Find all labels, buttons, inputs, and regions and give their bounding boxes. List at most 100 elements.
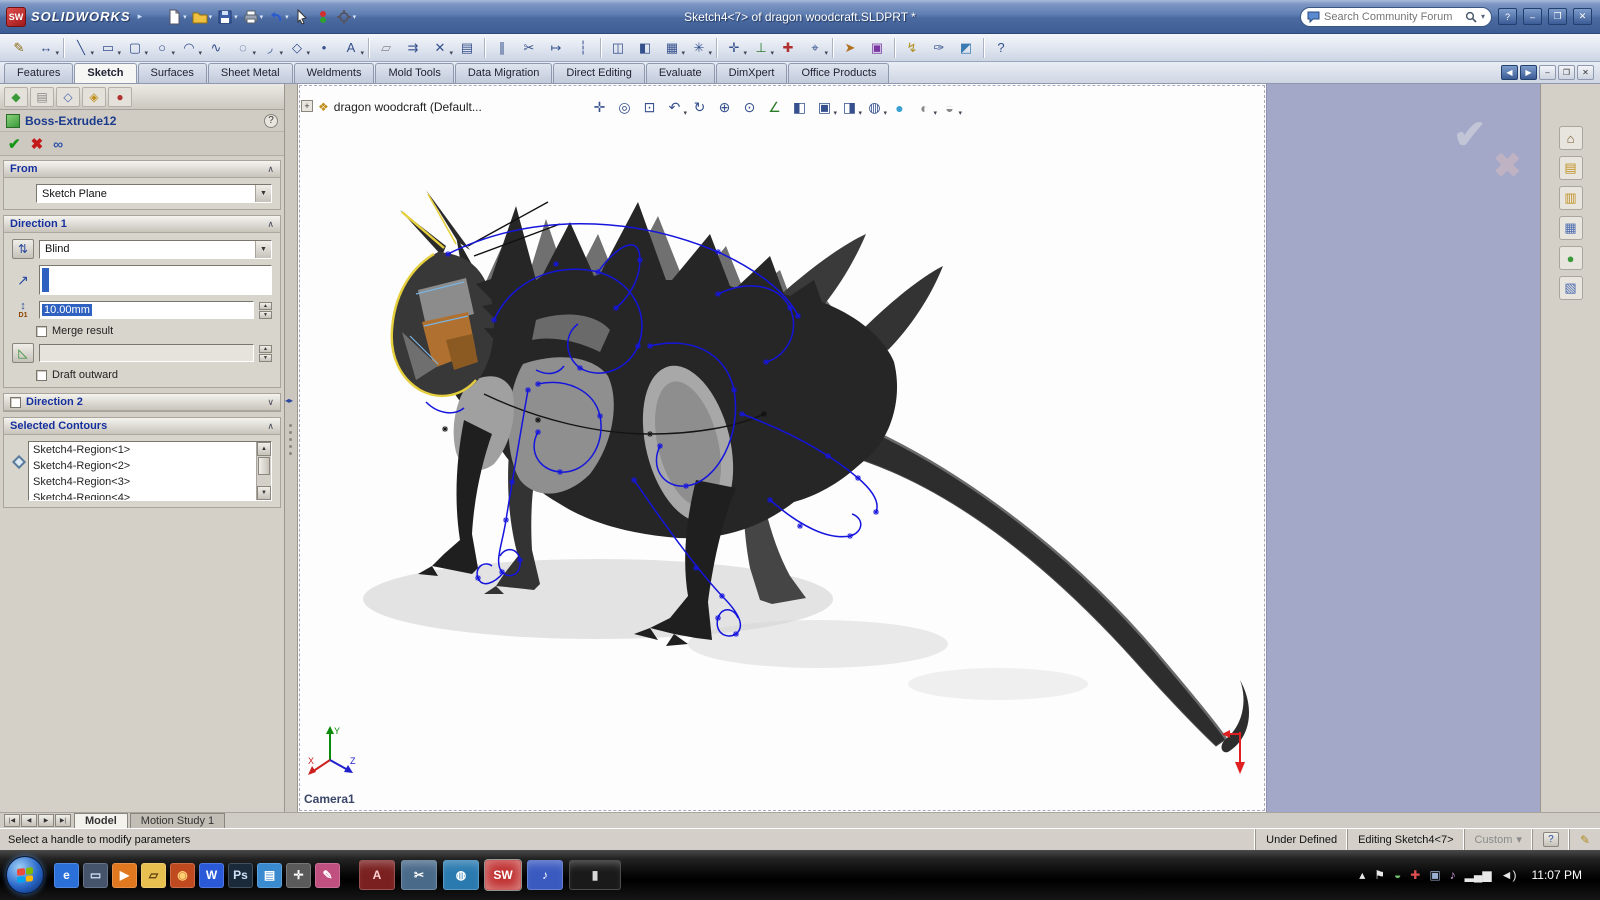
firefox-button[interactable]: ◉ <box>170 862 195 888</box>
straight-slot-button[interactable]: ▢ ▾ <box>122 36 148 60</box>
dropdown-caret-icon[interactable]: ▾ <box>360 49 364 57</box>
dropdown-caret-icon[interactable]: ▾ <box>252 49 256 57</box>
file-explorer-button[interactable]: ▥ <box>1558 186 1583 210</box>
scroll-down-icon[interactable]: ▼ <box>257 486 271 500</box>
dropdown-caret-icon[interactable]: ▾ <box>770 49 774 57</box>
dropdown-caret-icon[interactable]: ▾ <box>198 49 202 57</box>
zoom-to-area-button[interactable]: ⊡ <box>638 96 661 119</box>
panel-splitter[interactable]: ◂▸ <box>285 84 298 812</box>
from-dropdown[interactable]: Sketch Plane ▼ <box>36 184 272 203</box>
direction2-header[interactable]: Direction 2 ∨ <box>4 394 280 411</box>
exit-sketch-button[interactable]: ✎ <box>6 36 32 60</box>
app-logo[interactable]: SW SOLIDWORKS ▸ <box>0 6 150 27</box>
configurationmanager-tab[interactable]: ▤ <box>30 86 54 107</box>
dropdown-caret-icon[interactable]: ▾ <box>279 49 283 57</box>
linear-sketch-pattern-button[interactable]: ▦ ▾ <box>659 36 685 60</box>
word-button[interactable]: W <box>199 862 224 888</box>
previous-view-button[interactable]: ↶ ▾ <box>663 96 688 119</box>
third-party-tab[interactable]: ● <box>108 86 132 107</box>
volume-icon[interactable]: ◄) <box>1501 868 1517 882</box>
sketch-picture-button[interactable]: ▣ <box>864 36 890 60</box>
displaymanager-tab[interactable]: ◈ <box>82 86 106 107</box>
ok-button[interactable]: ✔ <box>8 135 21 153</box>
adobe-app-button[interactable]: A <box>359 860 395 890</box>
model-canvas[interactable] <box>298 84 1266 812</box>
dropdown-caret-icon[interactable]: ▾ <box>306 49 310 57</box>
centerpoint-arc-button[interactable]: ◠ ▾ <box>176 36 202 60</box>
tab-sheet-metal[interactable]: Sheet Metal <box>207 63 293 83</box>
mirror-entities-button[interactable]: ◫ <box>605 36 631 60</box>
scroll-up-icon[interactable]: ▲ <box>257 442 271 456</box>
convert-entities-button[interactable]: ⇉ <box>400 36 426 60</box>
contour-item[interactable]: Sketch4-Region<2> <box>29 458 256 474</box>
restore-document-button[interactable]: ❐ <box>1558 65 1575 80</box>
offset-entities-button[interactable]: ∥ <box>489 36 515 60</box>
taskbar-clock[interactable]: 11:07 PM <box>1526 868 1582 882</box>
end-condition-dropdown[interactable]: Blind ▼ <box>39 239 272 259</box>
next-tab-button[interactable]: ▶ <box>38 814 54 827</box>
show-desktop-button[interactable]: ▭ <box>83 862 108 888</box>
maximize-button[interactable]: ❐ <box>1548 8 1567 25</box>
dropdown-caret-icon[interactable]: ▾ <box>708 49 712 57</box>
calculator-button[interactable]: ✛ <box>286 862 311 888</box>
depth-input[interactable]: 10.00mm <box>39 301 254 319</box>
view-settings-button[interactable]: ◒ ▾ <box>938 96 962 119</box>
windows-media-player-button[interactable]: ▶ <box>112 862 137 888</box>
search-caret-icon[interactable]: ▾ <box>1481 12 1485 21</box>
split-entities-button[interactable]: ┆ <box>570 36 596 60</box>
menu-flyout-icon[interactable]: ▸ <box>138 11 143 22</box>
dropdown-caret-icon[interactable]: ▾ <box>55 49 59 57</box>
trim-entities-button[interactable]: ✂ <box>516 36 542 60</box>
dropdown-caret-icon[interactable]: ▼ <box>255 240 271 258</box>
draft-angle-input[interactable] <box>39 344 254 362</box>
pan-button[interactable]: ✛ <box>588 96 611 119</box>
start-button[interactable] <box>6 856 44 894</box>
collapse-icon[interactable]: ∧ <box>267 421 274 432</box>
extend-entities-button[interactable]: ↦ <box>543 36 569 60</box>
confirm-corner-accept-icon[interactable]: ✔ <box>1453 112 1487 158</box>
contours-listbox[interactable]: Sketch4-Region<1> Sketch4-Region<2> Sketch… <box>28 441 272 501</box>
tab-motion-study-1[interactable]: Motion Study 1 <box>129 813 226 828</box>
dropdown-caret-icon[interactable]: ▼ <box>255 185 271 202</box>
direction2-checkbox[interactable] <box>10 396 21 408</box>
dropdown-caret-icon[interactable]: ▾ <box>144 49 148 57</box>
contour-item[interactable]: Sketch4-Region<3> <box>29 474 256 490</box>
solidworks-app-button[interactable]: SW <box>484 859 522 891</box>
dropdown-caret-icon[interactable]: ▾ <box>684 109 688 117</box>
tab-data-migration[interactable]: Data Migration <box>454 63 553 83</box>
select-button[interactable] <box>292 5 312 29</box>
help-button[interactable]: ? <box>1498 8 1517 25</box>
dropdown-caret-icon[interactable]: ▾ <box>681 49 685 57</box>
graphics-viewport[interactable]: + ❖ dragon woodcraft (Default... ✛ ◎ ⊡ ↶ ▾ ↻ ⊕… <box>298 84 1266 812</box>
tab-surfaces[interactable]: Surfaces <box>137 63 207 83</box>
merge-result-checkbox[interactable] <box>36 325 47 337</box>
dropdown-caret-icon[interactable]: ▾ <box>859 109 863 117</box>
previous-window-button[interactable]: ◀ <box>1501 65 1518 80</box>
display-icon[interactable]: ▣ <box>1429 868 1440 882</box>
tab-direct-editing[interactable]: Direct Editing <box>553 63 645 83</box>
tab-sketch[interactable]: Sketch <box>74 63 137 83</box>
print-button[interactable]: ▾ <box>241 5 266 29</box>
tab-office-products[interactable]: Office Products <box>788 63 890 83</box>
design-library-button[interactable]: ▤ <box>1558 156 1583 180</box>
toolbar-help-button[interactable]: ? <box>988 36 1014 60</box>
corner-rectangle-button[interactable]: ▭ ▾ <box>95 36 121 60</box>
tab-dimxpert[interactable]: DimXpert <box>715 63 788 83</box>
rotate-view-button[interactable]: ↻ <box>688 96 711 119</box>
community-search[interactable]: ▾ <box>1300 6 1492 27</box>
collapse-icon[interactable]: ∧ <box>267 164 274 175</box>
magnify-button[interactable]: ⊙ <box>738 96 761 119</box>
ellipse-button[interactable]: ◌ ▾ <box>230 36 256 60</box>
plane-button[interactable]: ▱ <box>373 36 399 60</box>
options-button[interactable]: ▾ <box>334 5 359 29</box>
edit-color-icon[interactable]: ✎ <box>1580 833 1590 847</box>
cancel-button[interactable]: ✖ <box>31 135 44 153</box>
browser-window-button[interactable]: ◍ <box>443 860 479 890</box>
shaded-sketch-contours-button[interactable]: ◩ <box>953 36 979 60</box>
appearances-scenes-button[interactable]: ● <box>1558 246 1583 270</box>
tab-mold-tools[interactable]: Mold Tools <box>375 63 454 83</box>
update-icon[interactable]: ◒ <box>1394 868 1401 882</box>
text-button[interactable]: A ▾ <box>338 36 364 60</box>
camera-label[interactable]: Camera1 <box>304 792 355 806</box>
view-orientation-button[interactable]: ▣ ▾ <box>813 96 837 119</box>
